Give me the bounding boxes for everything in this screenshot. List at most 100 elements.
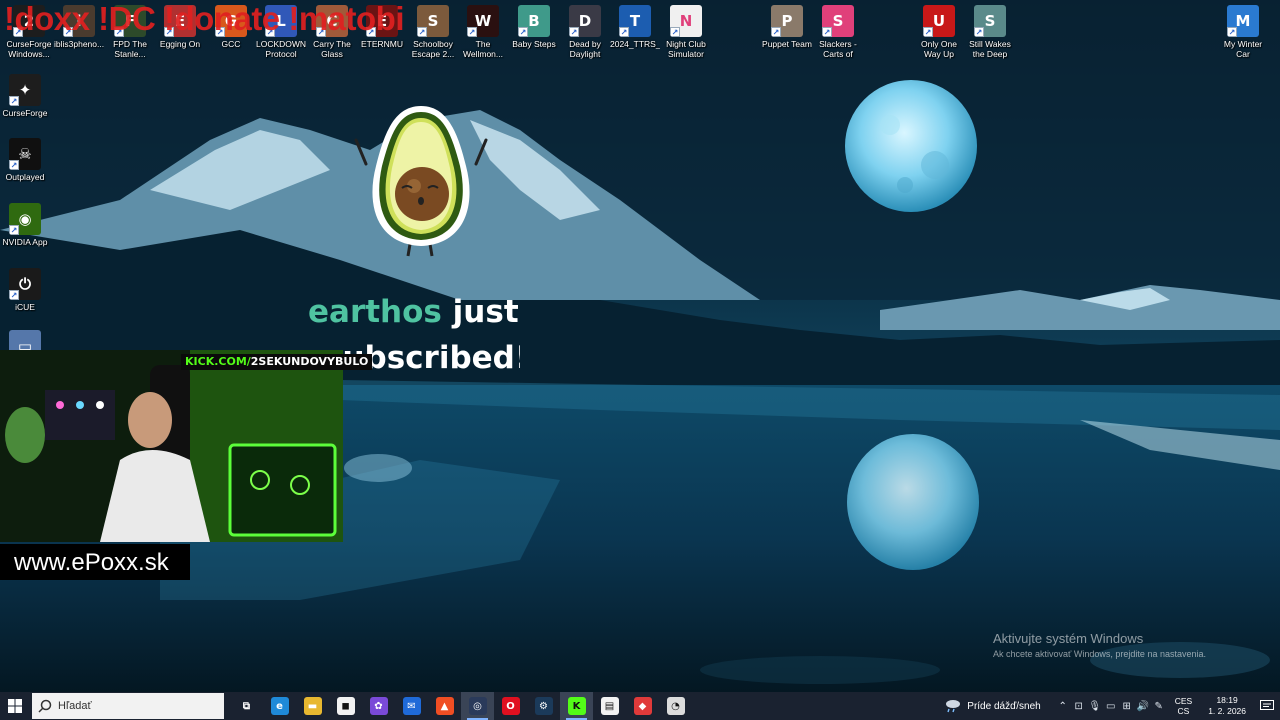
icon-glyph: M [1235,12,1251,30]
language-indicator[interactable]: CES CS [1175,696,1192,716]
icon-glyph: B [528,12,540,30]
taskbar-app-capcut[interactable]: ▤ [593,692,626,720]
schoolboy-icon: S ↗ [417,5,449,37]
night-club-icon: N ↗ [670,5,702,37]
nvidia-icon: ◉ ↗ [9,203,41,235]
volume-icon[interactable]: 🔊 [1135,692,1151,720]
activation-title: Aktivujte systém Windows [993,631,1144,646]
streamlabs-icon: ◆ [633,697,652,715]
dead-by-daylight-icon: D ↗ [569,5,601,37]
edge-icon: e [270,697,289,715]
chat-commands-overlay: !doxx !DC !donate !matobi [4,0,404,37]
alert-title: earthos just [308,294,519,330]
pen-icon[interactable]: ✎ [1151,692,1167,720]
desktop-icon-nvidia[interactable]: ◉ ↗ NVIDIA App [0,203,50,247]
baby-steps-icon: B ↗ [518,5,550,37]
taskbar-app-mail[interactable]: ✉ [395,692,428,720]
icon-glyph: ◉ [18,210,32,228]
desktop-icon-dead-by-daylight[interactable]: D ↗ Dead by Daylight [560,5,610,59]
weather-widget[interactable]: Príde dážď/sneh [945,699,1041,713]
steam-icon: ⚙ [534,697,553,715]
store-icon: ◼ [336,697,355,715]
shortcut-arrow-icon: ↗ [9,225,19,235]
taskbar-app-chrome-like[interactable]: ◔ [659,692,692,720]
copilot-icon: ✿ [369,697,388,715]
shortcut-arrow-icon: ↗ [923,27,933,37]
microphone-icon[interactable]: 🎙 [1087,692,1103,720]
taskbar-app-brave[interactable]: ▲ [428,692,461,720]
capcut-icon: ▤ [600,697,619,715]
desktop-icon-my-winter-car[interactable]: M ↗ My Winter Car [1218,5,1268,59]
shortcut-arrow-icon: ↗ [771,27,781,37]
taskbar-app-explorer[interactable]: ▬ [296,692,329,720]
shortcut-arrow-icon: ↗ [619,27,629,37]
clock-date: 1. 2. 2026 [1208,706,1246,716]
webcam-feed [0,350,343,542]
lang-bottom: CS [1177,706,1190,716]
taskbar-app-steam[interactable]: ⚙ [527,692,560,720]
desktop-icon-curseforge[interactable]: ✦ ↗ CurseForge [0,74,50,118]
activation-subtitle: Ak chcete aktivovať Windows, prejdite na… [993,649,1206,659]
desktop-icon-baby-steps[interactable]: B ↗ Baby Steps [509,5,559,49]
desktop-icon-night-club[interactable]: N ↗ Night Club Simulator [661,5,711,59]
desktop-icon-label: The Wellmon... [463,39,503,59]
clock[interactable]: 18:19 1. 2. 2026 [1208,695,1246,717]
taskbar-app-obs[interactable]: ◎ [461,692,494,720]
ttrs-icon: T ↗ [619,5,651,37]
desktop-icon-icue[interactable]: ⏻ ↗ iCUE [0,268,50,312]
taskbar-app-taskview[interactable]: ⧉ [230,692,263,720]
desktop-icon-label: Dead by Daylight [569,39,601,59]
desktop-icon-outplayed[interactable]: ☠ ↗ Outplayed [0,138,50,182]
shortcut-arrow-icon: ↗ [9,160,19,170]
desktop-icon-label: Only One Way Up [921,39,957,59]
taskbar-app-store[interactable]: ◼ [329,692,362,720]
desktop-icon-wellmon[interactable]: W ↗ The Wellmon... [458,5,508,59]
taskbar-app-copilot[interactable]: ✿ [362,692,395,720]
icon-glyph: ☠ [18,145,32,163]
monitor-icon[interactable]: ⊞ [1119,692,1135,720]
start-button[interactable] [0,692,30,720]
icon-glyph: ⏻ [19,275,31,293]
desktop-icon-slackers[interactable]: S↗Slackers - Carts of Glory [813,5,863,59]
mail-icon: ✉ [402,697,421,715]
puppet-team-icon: P ↗ [771,5,803,37]
still-wakes-icon: S ↗ [974,5,1006,37]
desktop-icon-label: GCC [221,39,241,49]
desktop-icon-schoolboy[interactable]: S ↗ Schoolboy Escape 2... [408,5,458,59]
chrome-like-icon: ◔ [666,697,685,715]
desktop-icon-label: Schoolboy Escape 2... [411,39,455,59]
notification-center-button[interactable] [1254,692,1280,720]
taskbar-app-opera[interactable]: O [494,692,527,720]
desktop-icon-puppet-team[interactable]: P ↗ Puppet Team [762,5,812,49]
shortcut-arrow-icon: ↗ [974,27,984,37]
desktop-icon-label: My Winter Car [1223,39,1263,59]
taskbar-app-edge[interactable]: e [263,692,296,720]
desktop-icon-label: Outplayed [5,172,45,182]
desktop-icon-still-wakes[interactable]: S ↗ Still Wakes the Deep [965,5,1015,59]
notification-icon [1260,700,1274,710]
lang-top: CES [1174,696,1193,706]
icon-glyph: S [427,12,439,30]
desktop-icon-label: iblis3pheno... [54,39,104,49]
desktop-icon-label: FPD The Stanle... [113,39,147,59]
search-placeholder: Hľadať [58,700,92,712]
taskbar-app-kick[interactable]: K [560,692,593,720]
display-icon[interactable]: ▭ [1103,692,1119,720]
opera-icon: O [501,697,520,715]
taskbar-search-input[interactable]: Hľadať [32,693,224,719]
desktop-icon-ttrs[interactable]: T ↗ 2024_TTRS_1 [610,5,660,49]
chevron-up-icon[interactable]: ⌃ [1055,692,1071,720]
desktop-icon-label: Still Wakes the Deep [969,39,1011,59]
website-label: www.ePoxx.sk [0,544,190,580]
taskview-icon: ⧉ [237,697,256,715]
search-icon [38,699,52,713]
taskbar-app-streamlabs[interactable]: ◆ [626,692,659,720]
desktop-icon-only-one-way-up[interactable]: U ↗ Only One Way Up [914,5,964,59]
network-icon[interactable]: ⊡ [1071,692,1087,720]
desktop-icon-label: Egging On [159,39,201,49]
kick-prefix: KICK.COM/ [185,355,251,368]
icon-glyph: ✦ [18,81,32,99]
brave-icon: ▲ [435,697,454,715]
shortcut-arrow-icon: ↗ [9,290,19,300]
desktop-icon-label: Carry The Glass [313,39,351,59]
